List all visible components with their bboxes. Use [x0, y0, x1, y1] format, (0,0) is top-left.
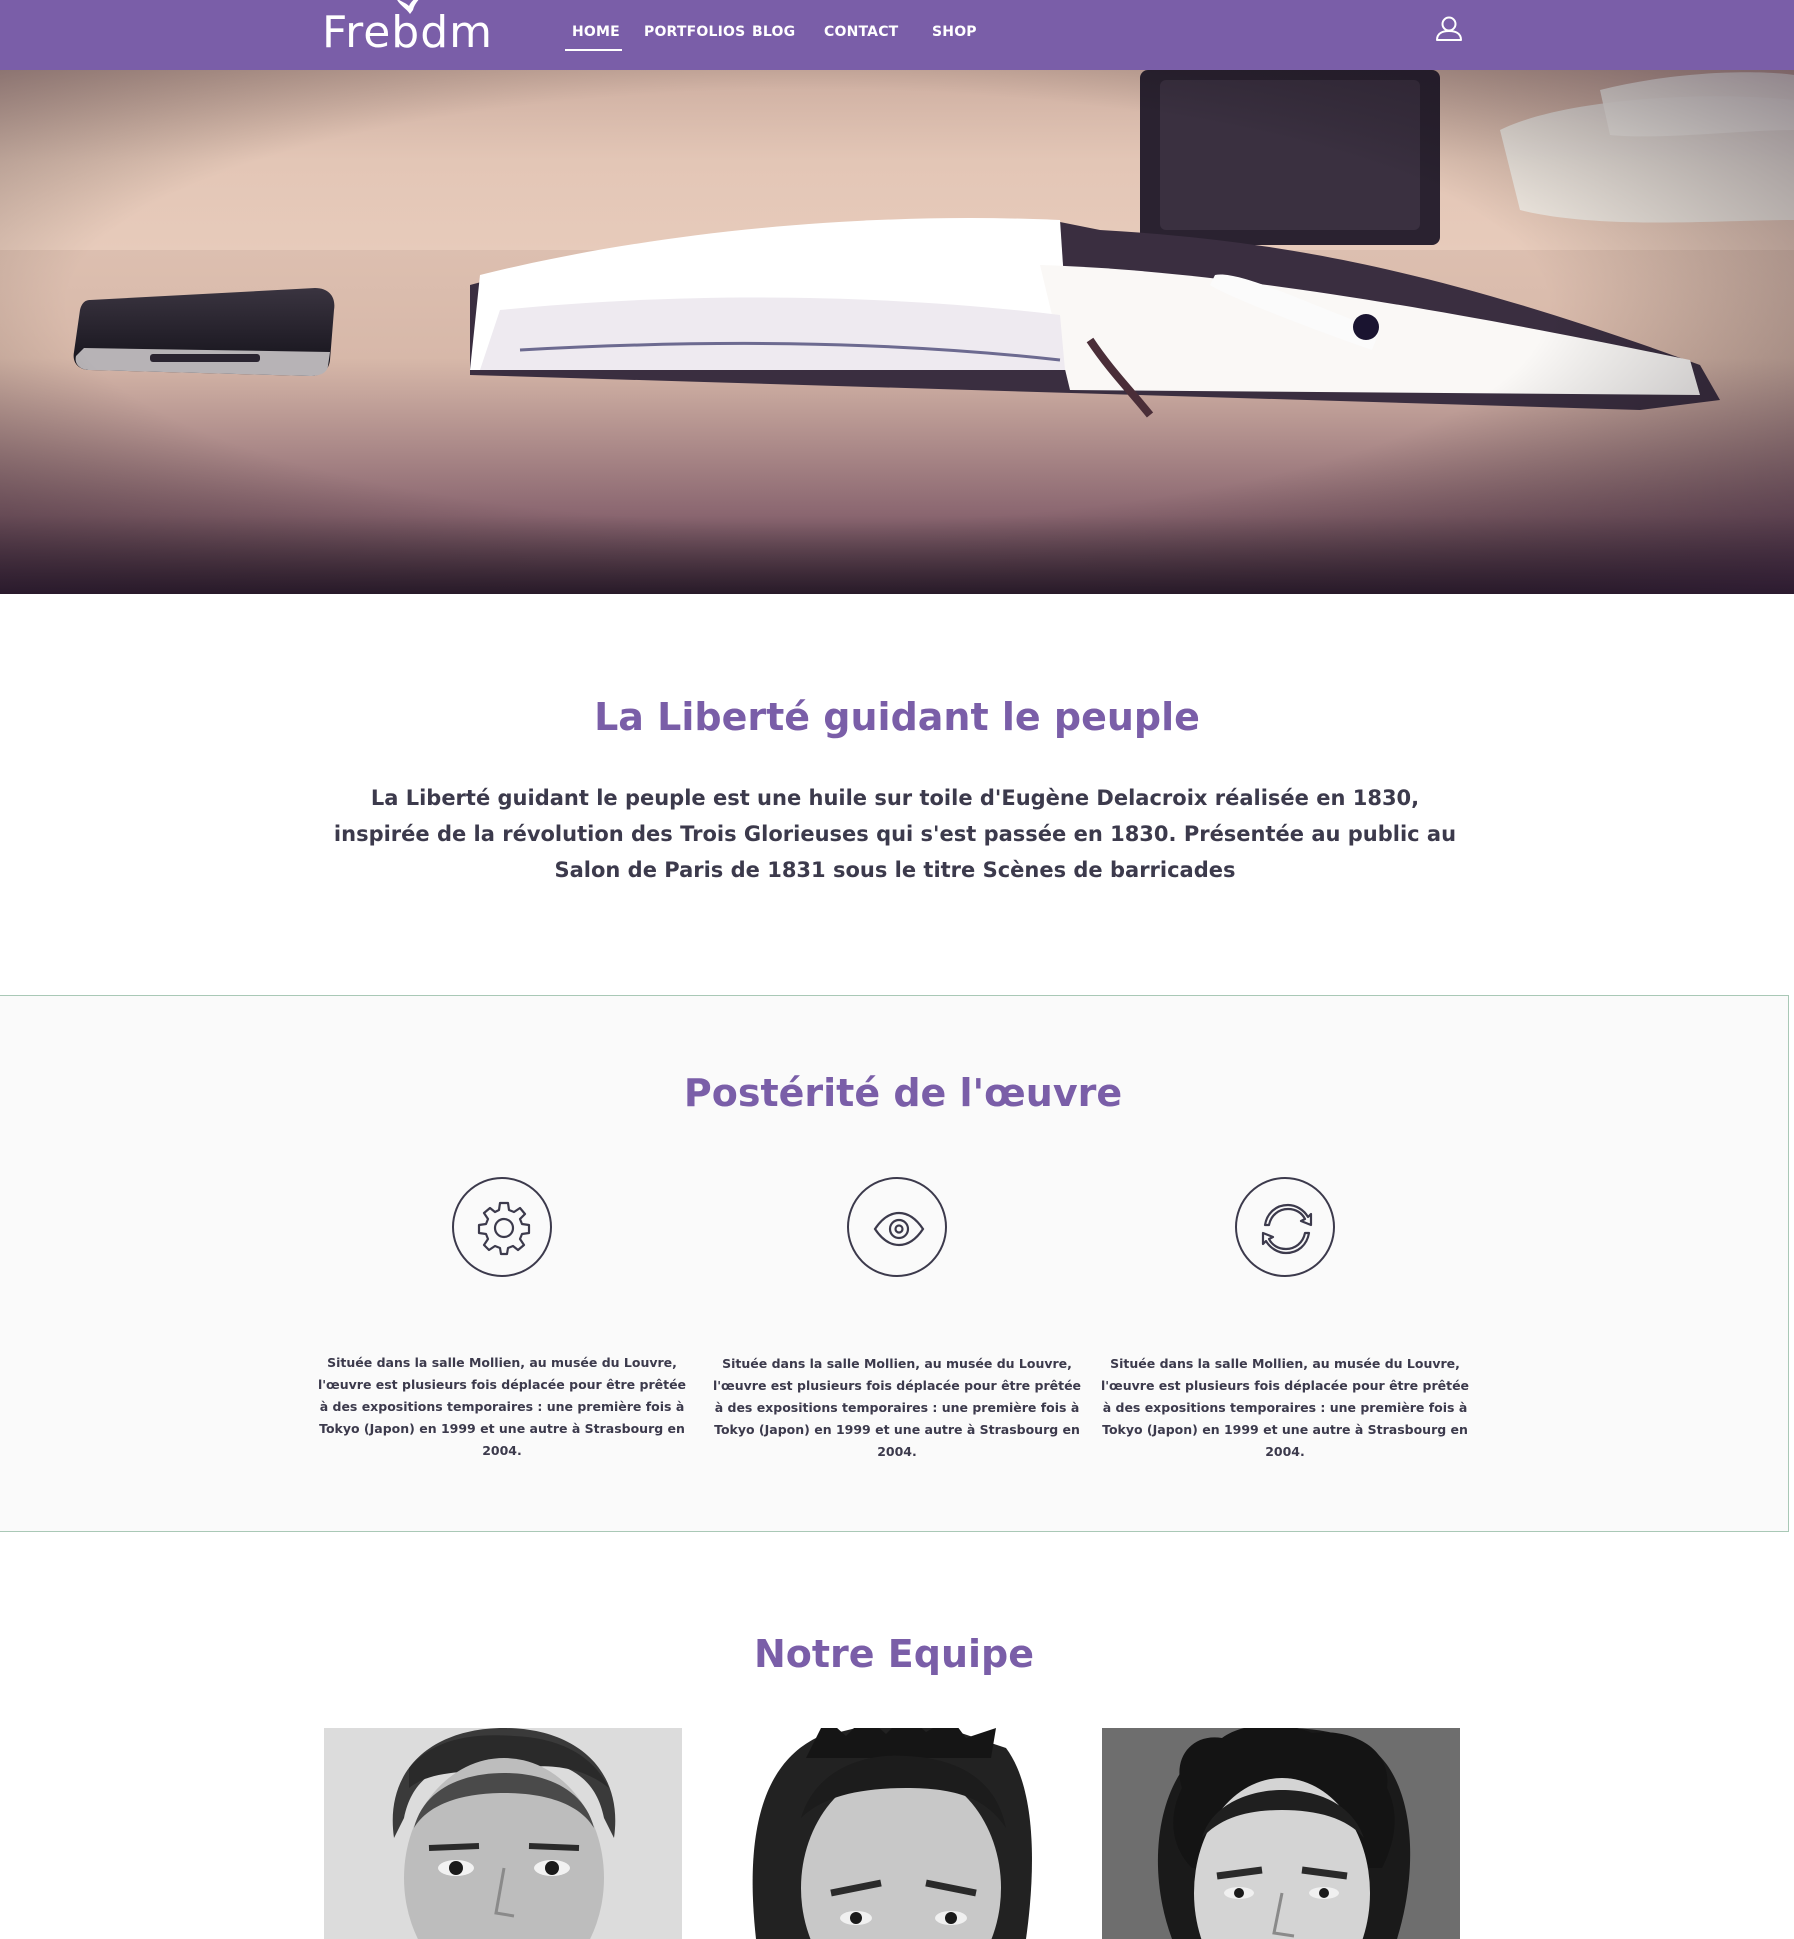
- posterite-section: Postérité de l'œuvre Située dans la sall…: [0, 995, 1789, 1532]
- feature-3-icon-circle: [1235, 1177, 1335, 1277]
- portrait-1: [324, 1728, 682, 1939]
- nav-shop[interactable]: SHOP: [932, 24, 977, 40]
- team-member-3-photo[interactable]: [1102, 1728, 1460, 1939]
- portrait-3: [1102, 1728, 1460, 1939]
- nav-home[interactable]: HOME: [572, 24, 620, 40]
- feature-2-text: Située dans la salle Mollien, au musée d…: [712, 1356, 1082, 1459]
- feature-2-icon-circle: [847, 1177, 947, 1277]
- nav-contact[interactable]: CONTACT: [824, 24, 898, 40]
- nav-blog[interactable]: BLOG: [752, 24, 795, 40]
- portrait-2: [716, 1728, 1074, 1939]
- posterite-title: Postérité de l'œuvre: [683, 1071, 1123, 1115]
- nav-portfolios[interactable]: PORTFOLIOS: [644, 24, 745, 40]
- top-navbar: Frebdm HOME PORTFOLIOS BLOG CONTACT SHOP: [0, 0, 1794, 70]
- feature-1-text: Située dans la salle Mollien, au musée d…: [317, 1355, 687, 1458]
- team-member-2-photo[interactable]: [716, 1728, 1074, 1939]
- feature-1-icon-circle: [452, 1177, 552, 1277]
- hero-slider[interactable]: [0, 70, 1794, 594]
- refresh-icon: [1261, 1203, 1313, 1255]
- team-member-1-photo[interactable]: [324, 1728, 682, 1939]
- user-icon[interactable]: [1434, 14, 1464, 44]
- intro-text: La Liberté guidant le peuple est une hui…: [333, 786, 1457, 882]
- eye-icon: [873, 1211, 925, 1247]
- intro-title: La Liberté guidant le peuple: [594, 695, 1200, 739]
- site-logo[interactable]: Frebdm: [322, 6, 493, 60]
- gear-icon: [477, 1201, 531, 1256]
- team-title: Notre Equipe: [753, 1632, 1035, 1676]
- feature-3-text: Située dans la salle Mollien, au musée d…: [1100, 1356, 1470, 1459]
- nav-active-indicator: [565, 49, 622, 51]
- hero-image: [0, 70, 1794, 594]
